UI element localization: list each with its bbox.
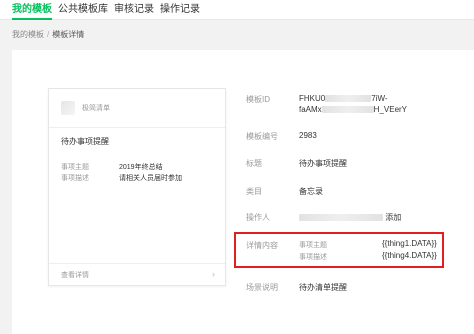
category-label: 类目 [246,187,262,196]
template-id-part: 7iW- [371,94,388,103]
scene-label: 场景说明 [246,283,278,292]
content-field-name: 事项描述 [299,254,327,261]
content-field-name: 事项主题 [299,242,327,249]
title-label: 标题 [246,159,262,168]
view-details-label: 查看详情 [61,272,89,279]
preview-row-label: 事项描述 [61,175,89,182]
template-id-part: H_VEerY [373,105,408,114]
preview-row: 事项描述 请相关人员届时参加 [61,173,182,183]
operator-action: 添加 [385,213,402,222]
content-label: 详情内容 [246,241,278,250]
breadcrumb-my-templates[interactable]: 我的模板 [12,30,44,39]
template-detail-panel: 极简清单 待办事项提醒 事项主题 2019年终总结 事项描述 请相关人员届时参加… [12,50,474,334]
tab-public-template-library[interactable]: 公共模板库 [58,4,108,20]
tab-review-records[interactable]: 审核记录 [114,4,154,20]
divider [49,127,225,128]
category-value: 备忘录 [299,187,323,196]
template-id-value-line2: faAMx H_VEerY [299,105,407,114]
template-preview-card: 极简清单 待办事项提醒 事项主题 2019年终总结 事项描述 请相关人员届时参加… [48,88,226,286]
tab-operation-records[interactable]: 操作记录 [160,4,200,20]
tab-my-templates[interactable]: 我的模板 [12,4,52,20]
preview-row: 事项主题 2019年终总结 [61,162,163,172]
operator-value: 添加 [299,212,401,223]
redacted-text [321,106,374,114]
preview-row-label: 事项主题 [61,164,89,171]
preview-title: 待办事项提醒 [61,137,109,146]
redacted-text [299,214,383,222]
template-number-label: 模板编号 [246,132,278,141]
redacted-text [325,95,372,103]
content-field-var: {{thing1.DATA}} [382,239,437,248]
content-highlight-box: 详情内容 事项主题 {{thing1.DATA}} 事项描述 {{thing4.… [234,232,444,268]
breadcrumb-separator: / [47,30,50,39]
template-number-value: 2983 [299,131,317,140]
chevron-right-icon: › [212,269,215,279]
content-field-var: {{thing4.DATA}} [382,251,437,260]
preview-row-value: 2019年终总结 [119,164,163,171]
template-id-part: FHKU0 [299,94,326,103]
title-value: 待办事项提醒 [299,159,347,168]
scene-value: 待办清单提醒 [299,283,347,292]
breadcrumb-current: 模板详情 [52,30,85,39]
template-id-label: 模板ID [246,95,270,104]
top-tab-bar: 我的模板 公共模板库 审核记录 操作记录 [0,0,474,20]
view-details-link[interactable]: 查看详情 › [49,263,225,285]
preview-row-value: 请相关人员届时参加 [119,175,182,182]
app-logo [61,101,75,115]
template-id-value: FHKU0 7iW- [299,94,388,103]
template-id-part: faAMx [299,105,322,114]
breadcrumb: 我的模板 / 模板详情 [12,29,84,40]
app-name: 极简清单 [82,105,110,112]
operator-label: 操作人 [246,213,270,222]
